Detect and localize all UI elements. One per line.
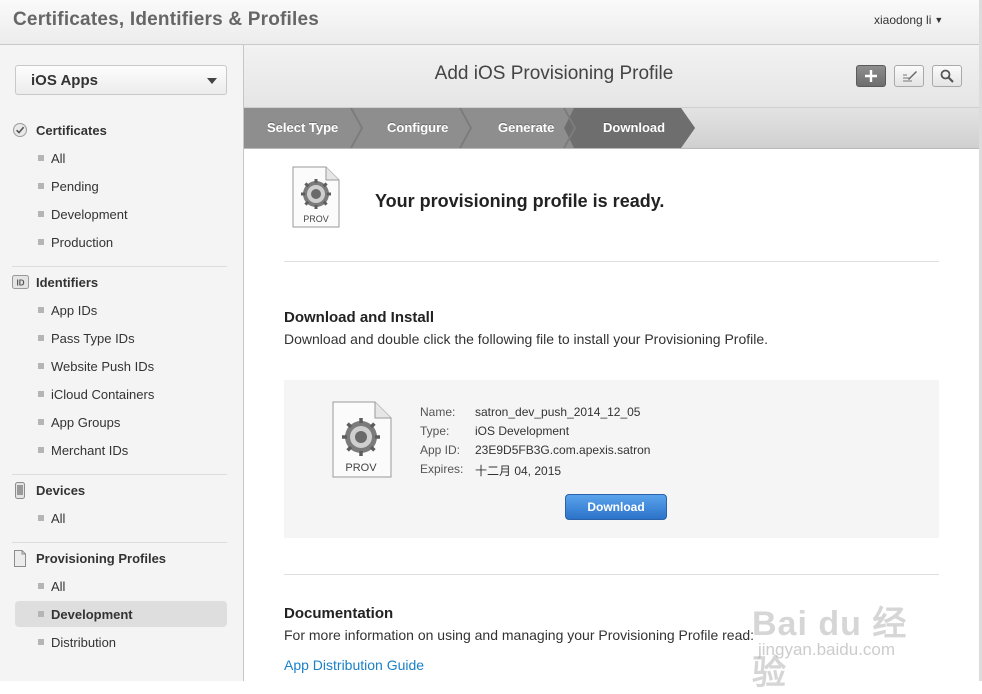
id-badge-icon: ID [12, 275, 29, 289]
documentation-heading: Documentation [284, 605, 394, 622]
step-configure: Configure [387, 120, 449, 135]
top-bar: Certificates, Identifiers & Profiles xia… [0, 0, 979, 45]
baidu-watermark: Bai du 经验 jingyan.baidu.com [752, 574, 942, 692]
sidebar-divider [12, 266, 227, 267]
svg-text:ID: ID [17, 279, 25, 288]
search-button[interactable] [932, 65, 962, 87]
svg-text:PROV: PROV [345, 462, 377, 474]
sidebar-item-certificates-pending[interactable]: Pending [15, 173, 227, 199]
sidebar-item-certificates-all[interactable]: All [15, 145, 227, 171]
download-install-description: Download and double click the following … [284, 331, 769, 347]
step-select-type: Select Type [267, 120, 339, 135]
sidebar-item-certificates-development[interactable]: Development [15, 201, 227, 227]
edit-button[interactable] [894, 65, 924, 87]
app-distribution-guide-link[interactable]: App Distribution Guide [284, 657, 424, 673]
page-title: Add iOS Provisioning Profile [434, 63, 674, 84]
platform-select-value: iOS Apps [31, 72, 98, 89]
page-header: Add iOS Provisioning Profile [244, 45, 979, 108]
sidebar-item-app-groups[interactable]: App Groups [15, 409, 227, 435]
user-menu[interactable]: xiaodong li ▼ [874, 13, 943, 27]
profile-name-label: Name: [420, 405, 456, 419]
wizard-steps: Select Type Configure Generate Download [244, 108, 979, 149]
ready-message: Your provisioning profile is ready. [375, 191, 665, 211]
section-title: Provisioning Profiles [36, 551, 167, 566]
sidebar-item-certificates-production[interactable]: Production [15, 229, 227, 255]
watermark-site: jingyan.baidu.com [758, 640, 896, 659]
profile-type: iOS Development [475, 424, 570, 438]
profile-file-panel: PROV Name: satron_dev_push_2014_12_05 Ty… [284, 380, 939, 538]
profile-app-id-label: App ID: [420, 443, 461, 457]
sidebar-item-devices-all[interactable]: All [15, 505, 227, 531]
sidebar-item-profiles-all[interactable]: All [15, 573, 227, 599]
section-title: Devices [36, 483, 86, 498]
provisioning-profile-icon: PROV [332, 401, 392, 478]
edit-icon [903, 71, 917, 82]
platform-select[interactable]: iOS Apps [15, 65, 227, 95]
add-icon [865, 70, 877, 82]
documentation-description: For more information on using and managi… [284, 627, 755, 643]
profile-name: satron_dev_push_2014_12_05 [475, 405, 641, 419]
sidebar-item-profiles-development[interactable]: Development [15, 601, 227, 627]
section-title: Identifiers [36, 275, 99, 290]
content-divider [284, 261, 939, 262]
sidebar-item-app-ids[interactable]: App IDs [15, 297, 227, 323]
user-name: xiaodong li [874, 13, 932, 27]
add-button[interactable] [856, 65, 886, 87]
svg-text:PROV: PROV [303, 214, 329, 224]
certificate-check-icon [13, 123, 27, 137]
sidebar-item-website-push-ids[interactable]: Website Push IDs [15, 353, 227, 379]
app-title: Certificates, Identifiers & Profiles [13, 9, 320, 30]
sidebar-item-merchant-ids[interactable]: Merchant IDs [15, 437, 227, 463]
profile-type-label: Type: [420, 424, 450, 438]
sidebar-item-icloud-containers[interactable]: iCloud Containers [15, 381, 227, 407]
sidebar: iOS Apps Certificates All Pending Develo… [0, 45, 244, 681]
section-title: Certificates [36, 123, 107, 138]
iphone-icon [15, 482, 25, 499]
sidebar-divider [12, 542, 227, 543]
profile-expires-label: Expires: [420, 462, 464, 476]
profile-expires: 十二月 04, 2015 [475, 464, 562, 478]
download-button[interactable]: Download [565, 494, 667, 520]
sidebar-divider [12, 474, 227, 475]
profile-app-id: 23E9D5FB3G.com.apexis.satron [475, 443, 651, 457]
search-icon [940, 69, 954, 83]
step-generate: Generate [498, 120, 555, 135]
dropdown-caret-icon [207, 78, 217, 84]
download-install-heading: Download and Install [284, 309, 435, 326]
document-icon [14, 550, 26, 567]
chevron-down-icon: ▼ [934, 15, 944, 25]
step-download: Download [603, 120, 666, 135]
sidebar-item-profiles-distribution[interactable]: Distribution [15, 629, 227, 655]
sidebar-item-pass-type-ids[interactable]: Pass Type IDs [15, 325, 227, 351]
provisioning-profile-icon: PROV [292, 166, 340, 228]
